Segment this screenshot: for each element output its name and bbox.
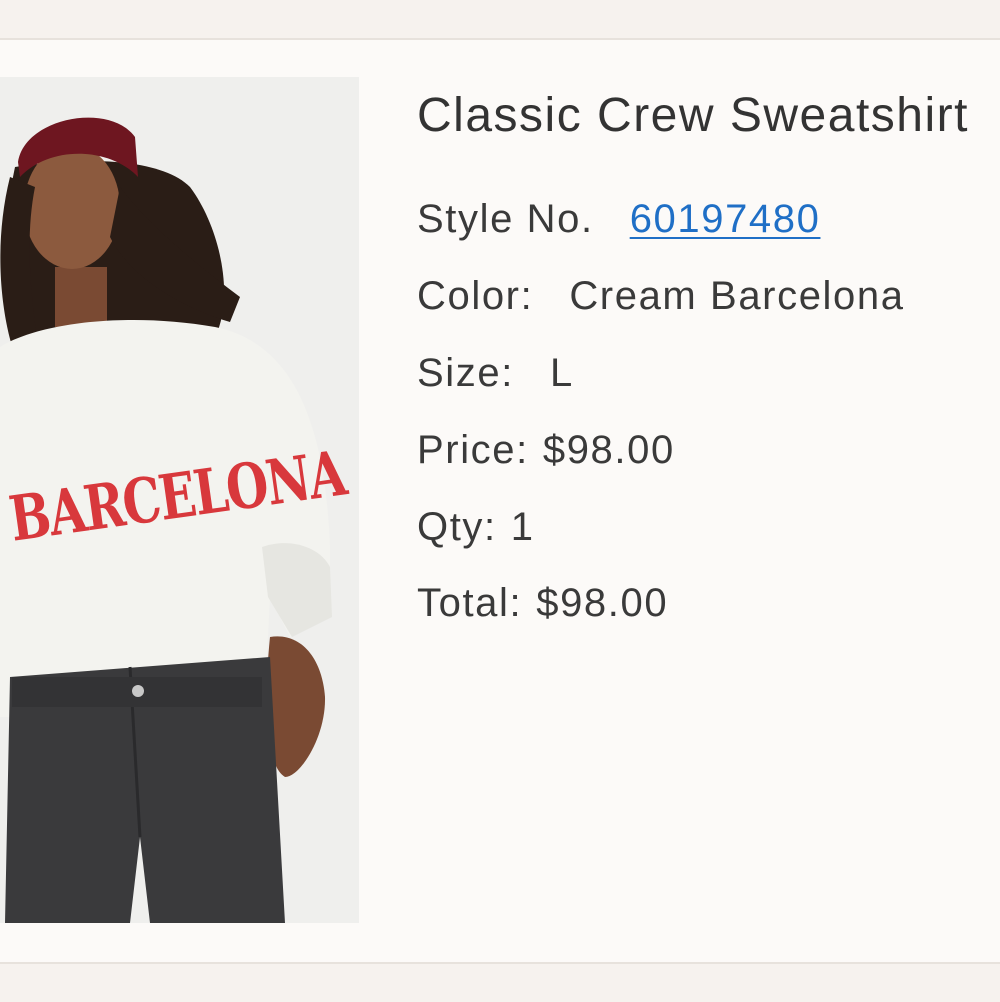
price-label: Price: <box>417 428 529 472</box>
color-label: Color: <box>417 274 534 318</box>
color-value: Cream Barcelona <box>569 274 905 318</box>
style-number-label: Style No. <box>417 197 594 241</box>
style-number-row: Style No. 60197480 <box>417 197 820 242</box>
total-value: $98.00 <box>536 581 669 625</box>
product-title[interactable]: Classic Crew Sweatshirt <box>417 88 969 143</box>
quantity-value: 1 <box>510 505 535 549</box>
color-row: Color: Cream Barcelona <box>417 274 905 319</box>
product-details: Classic Crew Sweatshirt Style No. 6019748… <box>417 0 1000 1000</box>
quantity-row: Qty: 1 <box>417 505 535 550</box>
size-label: Size: <box>417 351 514 395</box>
style-number-link[interactable]: 60197480 <box>630 197 821 241</box>
product-photo-illustration: BARCELONA <box>0 77 359 923</box>
quantity-label: Qty: <box>417 505 497 549</box>
size-value: L <box>549 351 574 395</box>
price-row: Price: $98.00 <box>417 428 675 473</box>
size-row: Size: L <box>417 351 574 396</box>
product-image[interactable]: BARCELONA <box>0 77 359 923</box>
total-label: Total: <box>417 581 523 625</box>
total-row: Total: $98.00 <box>417 581 668 626</box>
bottom-divider-bar <box>0 962 1000 1002</box>
price-value: $98.00 <box>542 428 675 472</box>
